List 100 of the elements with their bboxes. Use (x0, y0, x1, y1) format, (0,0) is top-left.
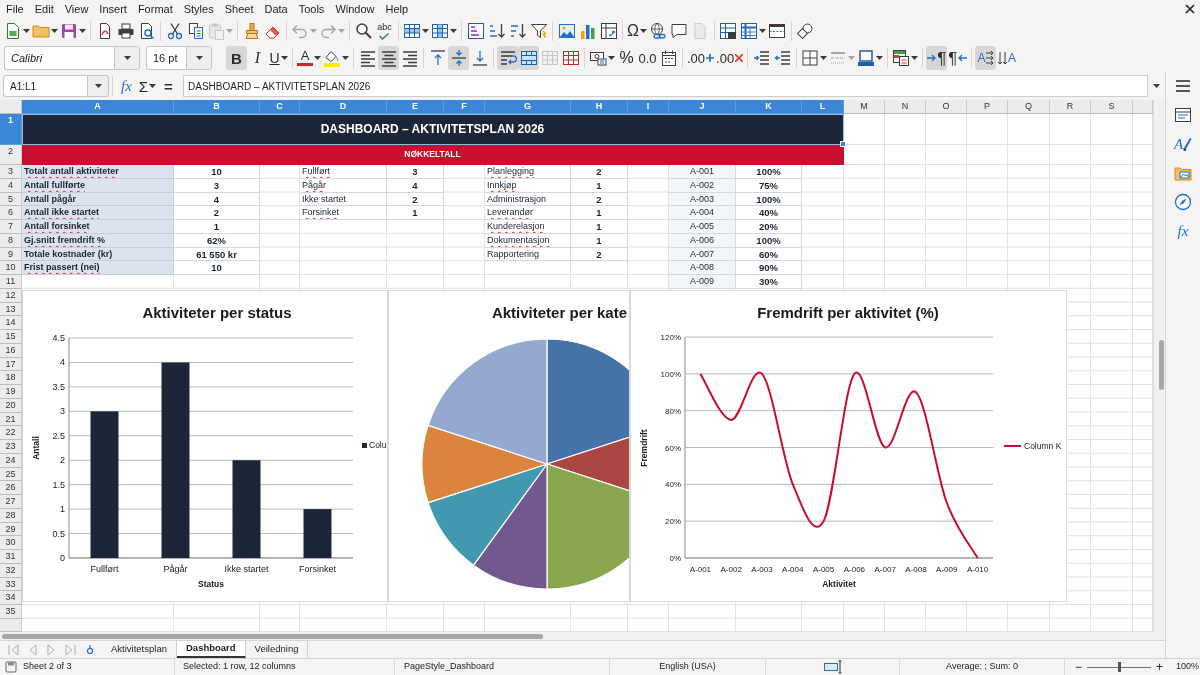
zoom-in-button[interactable]: + (1154, 661, 1166, 673)
close-icon[interactable] (1185, 4, 1195, 14)
column-header[interactable]: F (444, 100, 485, 114)
column-header[interactable]: Q (1008, 100, 1050, 114)
horizontal-scrollbar[interactable] (0, 632, 1165, 640)
font-color-button[interactable]: A (296, 46, 322, 70)
menu-item[interactable]: Help (379, 1, 414, 17)
menu-item[interactable]: Edit (28, 1, 59, 17)
table-icon (561, 49, 580, 67)
function-wizard-button[interactable]: fx (116, 74, 137, 98)
column-header[interactable]: M (844, 100, 885, 114)
row-header[interactable]: 11 (0, 275, 22, 289)
sheet-tab[interactable]: Aktivitetsplan (102, 641, 177, 658)
row-header[interactable]: 14 (0, 316, 22, 330)
number-format-button[interactable]: 0.0 (637, 46, 658, 70)
row-header[interactable]: 19 (0, 385, 22, 399)
column-header[interactable]: A (22, 100, 174, 114)
column-header[interactable]: E (387, 100, 444, 114)
name-box-field[interactable]: A1:L1 (3, 75, 87, 97)
special-character-button[interactable]: Ω (626, 19, 648, 43)
slider-thumb[interactable] (1117, 662, 1121, 672)
vertical-text-button[interactable]: A (996, 46, 1018, 70)
column-header[interactable]: B (174, 100, 260, 114)
row-header[interactable]: 1 (0, 114, 22, 145)
spelling-button[interactable]: abc (374, 19, 395, 43)
formula-input-field[interactable]: DASHBOARD – AKTIVITETSPLAN 2026 (183, 75, 1148, 97)
font-name-field[interactable]: Calibri (4, 46, 114, 70)
row-header[interactable]: 22 (0, 426, 22, 440)
menu-item[interactable]: Window (329, 1, 380, 17)
column-header[interactable]: P (967, 100, 1008, 114)
font-size-field[interactable]: 16 pt (146, 46, 186, 70)
delete-decimal-button[interactable]: .00 (715, 46, 745, 70)
formula-button[interactable]: = (158, 74, 179, 98)
menu-item[interactable]: File (0, 1, 29, 17)
row-header[interactable]: 18 (0, 371, 22, 385)
column-header[interactable]: K (736, 100, 802, 114)
axis-tick-label: A-009 (936, 565, 958, 574)
add-decimal-button[interactable]: .00 (686, 46, 716, 70)
wrap-text-button[interactable] (497, 46, 518, 70)
menu-item[interactable]: Data (258, 1, 293, 17)
right-to-left-button[interactable]: ¶ (947, 46, 969, 70)
column-header[interactable]: N (885, 100, 926, 114)
dropdown-button[interactable] (87, 75, 109, 97)
axis-tick-label: A-002 (720, 565, 742, 574)
column-header[interactable]: J (669, 100, 736, 114)
row-header[interactable]: 34 (0, 591, 22, 605)
row-header[interactable]: 30 (0, 536, 22, 550)
menu-item[interactable]: Insert (93, 1, 132, 17)
sum-button[interactable]: Σ (137, 74, 158, 98)
menu-item[interactable]: Sheet (218, 1, 259, 17)
sheet-tab[interactable]: Dashboard (177, 641, 246, 658)
column-header[interactable]: G (485, 100, 571, 114)
row-header[interactable]: 27 (0, 495, 22, 509)
row-header[interactable]: 7 (0, 220, 22, 234)
row-header[interactable]: 3 (0, 165, 22, 179)
align-bottom-icon (470, 49, 489, 67)
menu-item[interactable]: Tools (292, 1, 330, 17)
axis-tick-label: 3.5 (52, 381, 65, 392)
axis-tick-label: Forsinket (299, 564, 336, 574)
left-to-right-button[interactable]: ¶ (926, 46, 948, 70)
functions-button[interactable]: fx (1171, 220, 1195, 242)
align-center-button[interactable] (378, 46, 399, 70)
row-header[interactable]: 31 (0, 550, 22, 564)
dropdown-button[interactable] (186, 46, 212, 70)
italic-button[interactable]: I (247, 46, 268, 70)
row-header[interactable]: 15 (0, 330, 22, 344)
column-header[interactable]: I (628, 100, 669, 114)
sheet-tab[interactable]: Veiledning (245, 641, 309, 658)
underline-button[interactable]: U (268, 46, 289, 70)
row-header[interactable]: 6 (0, 206, 22, 220)
column-header[interactable]: R (1050, 100, 1091, 114)
row-header[interactable]: 26 (0, 481, 22, 495)
row-header[interactable]: 35 (0, 605, 22, 619)
zoom-out-button[interactable]: − (1073, 661, 1084, 673)
column-header[interactable]: C (260, 100, 300, 114)
column-header[interactable]: S (1091, 100, 1133, 114)
column-header[interactable]: L (802, 100, 844, 114)
menu-item[interactable]: Format (131, 1, 178, 17)
row-header[interactable]: 10 (0, 261, 22, 275)
axis-tick-label: A-001 (689, 565, 712, 574)
vertical-scrollbar[interactable] (1153, 100, 1165, 632)
column-header[interactable]: D (300, 100, 387, 114)
label-cell: A-008 (669, 261, 736, 275)
row-header[interactable]: 2 (0, 145, 22, 165)
menu-item[interactable]: View (58, 1, 94, 17)
bold-button[interactable]: B (226, 46, 247, 70)
value-cell: 100% (736, 165, 802, 179)
center-vertically-button[interactable] (448, 46, 469, 70)
dropdown-button[interactable] (114, 46, 140, 70)
menu-item[interactable]: Styles (177, 1, 219, 17)
axis-tick-label: 2.5 (52, 430, 65, 441)
column-header[interactable]: H (571, 100, 628, 114)
row-header[interactable]: 23 (0, 440, 22, 454)
caret-icon (422, 29, 429, 33)
styles-button[interactable]: A (1171, 133, 1195, 155)
fill-handle[interactable] (840, 141, 846, 147)
merge-center-button[interactable] (518, 46, 539, 70)
percent-button[interactable]: % (616, 46, 637, 70)
column-header[interactable]: O (926, 100, 967, 114)
text-direction-button[interactable]: A (975, 46, 997, 70)
